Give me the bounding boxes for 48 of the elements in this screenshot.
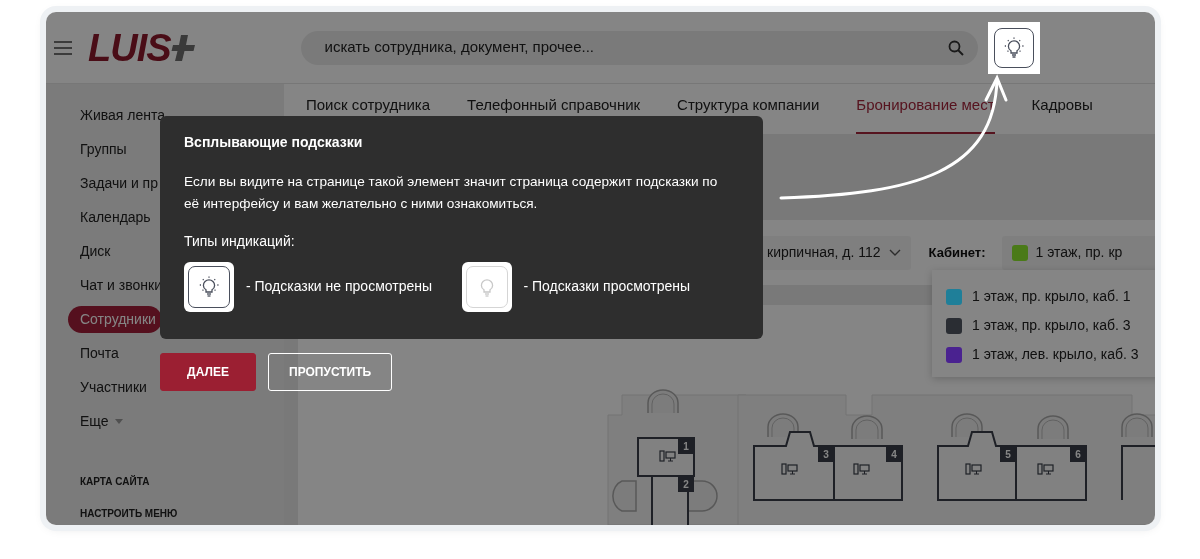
desk-number-badge: 6 bbox=[1070, 446, 1086, 462]
legend-title: Типы индикаций: bbox=[184, 231, 296, 251]
filter-label: Кабинет: bbox=[928, 243, 986, 262]
dropdown-item[interactable]: 1 этаж, пр. крыло, каб. 1 bbox=[972, 286, 1131, 307]
desk-number-badge: 2 bbox=[678, 476, 694, 492]
legend-label: - Подсказки просмотрены bbox=[523, 277, 691, 296]
sidebar-item[interactable]: Еще bbox=[68, 407, 115, 435]
sidebar-link[interactable]: НАСТРОИТЬ МЕНЮ bbox=[80, 506, 284, 521]
logo[interactable]: LUIS bbox=[88, 28, 197, 67]
desk-number-badge: 4 bbox=[886, 446, 902, 462]
sidebar-item[interactable]: Участники bbox=[68, 373, 153, 401]
chevron-icon bbox=[888, 248, 901, 257]
desk[interactable] bbox=[637, 437, 695, 477]
dropdown-item[interactable]: 1 этаж, лев. крыло, каб. 3 bbox=[972, 344, 1139, 365]
next-button[interactable]: ДАЛЕЕ bbox=[160, 353, 256, 391]
sidebar-item[interactable]: Почта bbox=[68, 339, 125, 367]
dropdown-item[interactable]: 1 этаж, пр. крыло, каб. 3 bbox=[972, 315, 1131, 336]
dialog-title: Всплывающие подсказки bbox=[184, 133, 364, 152]
desk[interactable] bbox=[651, 475, 689, 525]
legend-label: - Подсказки не просмотрены bbox=[246, 277, 433, 296]
desk-number-badge: 1 bbox=[678, 438, 694, 454]
desk-number-badge: 5 bbox=[1000, 446, 1016, 462]
skip-button[interactable]: ПРОПУСТИТЬ bbox=[268, 353, 393, 391]
chair-icon bbox=[1121, 413, 1153, 438]
search-input[interactable]: искать сотрудника, документ, прочее... bbox=[322, 35, 948, 60]
sidebar-item[interactable]: Сотрудники bbox=[68, 305, 162, 333]
sidebar-item[interactable]: Задачи и пр bbox=[68, 169, 164, 197]
bulb-icon bbox=[197, 274, 221, 299]
chair-icon bbox=[1037, 415, 1069, 440]
dialog-text: Если вы видите на странице такой элемент значит страница содержит подсказки по её интерфейсу и вам желательно с ними ознакомиться. bbox=[184, 173, 719, 213]
sidebar-item[interactable]: Диск bbox=[68, 237, 117, 265]
chair-icon bbox=[647, 389, 679, 414]
search-icon[interactable] bbox=[947, 39, 964, 56]
hints-button[interactable] bbox=[987, 21, 1040, 74]
menu-icon[interactable] bbox=[54, 40, 72, 55]
desk[interactable] bbox=[1015, 445, 1087, 501]
sidebar-link[interactable]: КАРТА САЙТА bbox=[80, 474, 284, 489]
desk[interactable] bbox=[833, 445, 903, 501]
search-field[interactable]: искать сотрудника, документ, прочее... bbox=[300, 30, 978, 65]
sidebar-item[interactable]: Группы bbox=[68, 135, 133, 163]
desk-number-badge: 3 bbox=[818, 446, 834, 462]
chair-icon bbox=[851, 415, 883, 440]
desk[interactable] bbox=[1121, 445, 1155, 501]
select-field[interactable]: 1 этаж, пр. кр bbox=[1001, 235, 1155, 270]
tab[interactable]: Кадровы bbox=[1031, 84, 1093, 134]
select-field[interactable]: кирпичная, д. 112 bbox=[763, 235, 911, 270]
sidebar-item[interactable]: Календарь bbox=[68, 203, 157, 231]
tab[interactable]: Бронирование мест bbox=[856, 84, 995, 134]
